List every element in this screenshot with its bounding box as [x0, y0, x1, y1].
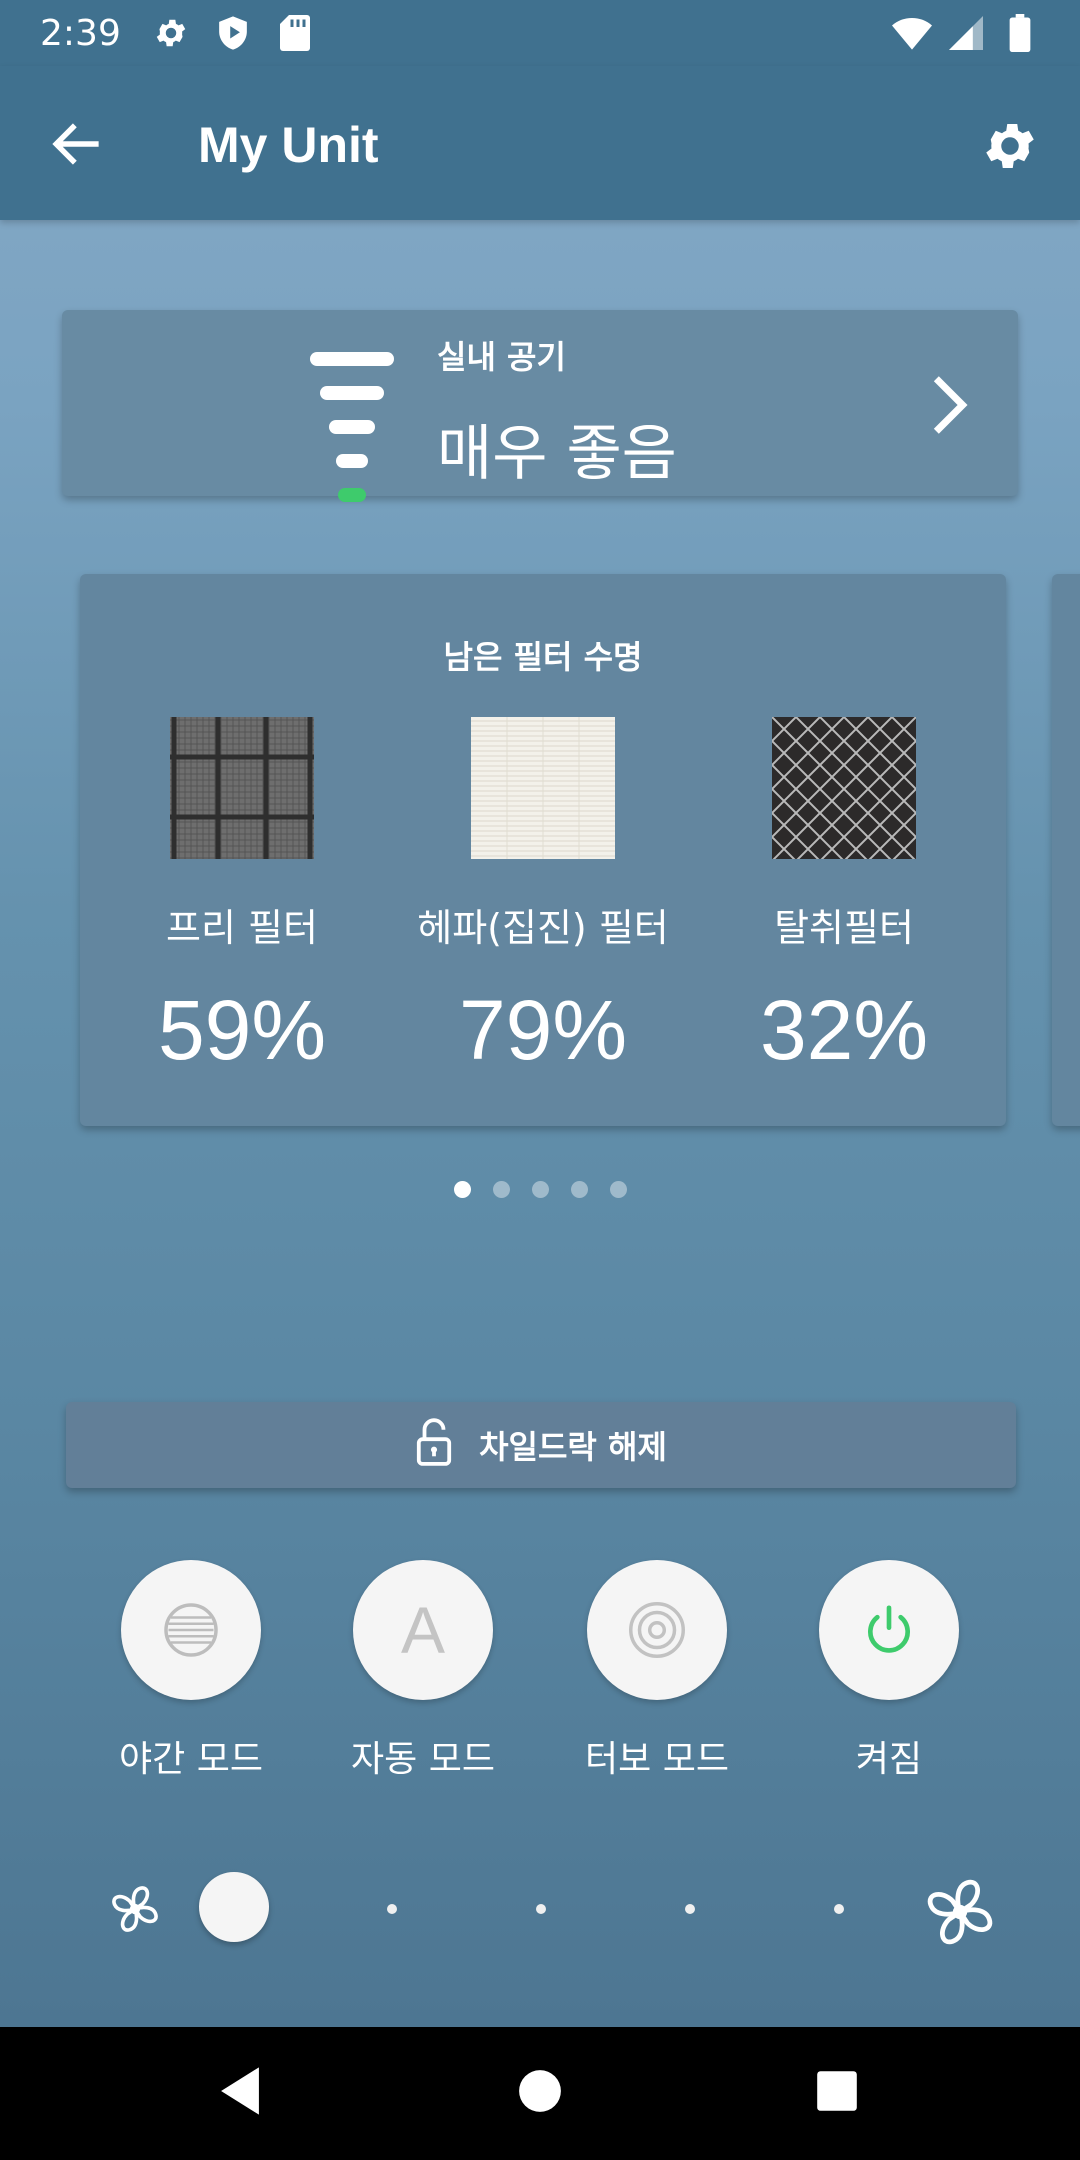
slider-step[interactable] — [536, 1904, 546, 1914]
hepa-filter-image — [471, 717, 615, 859]
battery-icon — [1000, 13, 1040, 53]
page-dot[interactable] — [570, 1181, 588, 1198]
shield-play-icon — [213, 13, 253, 53]
air-quality-value: 매우 좋음 — [437, 419, 677, 489]
page-dot[interactable] — [609, 1181, 627, 1198]
gear-icon — [980, 116, 1040, 180]
mode-label: 터보 모드 — [585, 1739, 729, 1780]
mode-label: 야간 모드 — [119, 1739, 263, 1780]
next-card-peek[interactable] — [1052, 574, 1080, 1126]
mode-label: 켜짐 — [855, 1739, 923, 1780]
auto-mode-glyph: A — [400, 1593, 446, 1667]
unlock-icon — [415, 1418, 453, 1472]
gear-icon — [151, 13, 191, 53]
filter-item-hepa: 헤파(집진) 필터 79% — [393, 717, 693, 1079]
filter-percent: 79% — [458, 983, 628, 1077]
arrow-left-icon — [49, 121, 101, 171]
settings-button[interactable] — [970, 108, 1050, 188]
back-button[interactable] — [40, 111, 110, 181]
page-indicator — [0, 1181, 1080, 1198]
square-recents-icon — [815, 2069, 859, 2117]
air-quality-bars-icon — [307, 330, 397, 502]
nav-back-button[interactable] — [210, 2063, 270, 2123]
slider-step[interactable] — [387, 1904, 397, 1914]
night-mode-icon — [121, 1560, 261, 1700]
page-dot[interactable] — [492, 1181, 510, 1198]
sd-card-icon — [275, 13, 315, 53]
chevron-right-icon — [918, 370, 978, 440]
filter-name: 프리 필터 — [166, 906, 318, 950]
slider-thumb[interactable] — [199, 1872, 269, 1942]
page-dot[interactable] — [453, 1181, 471, 1198]
air-quality-card[interactable]: 실내 공기 매우 좋음 — [62, 310, 1018, 502]
wifi-icon — [892, 13, 932, 53]
child-lock-label: 차일드락 해제 — [479, 1428, 667, 1466]
filter-life-card[interactable]: 남은 필터 수명 프리 필터 59% 헤파(집진) 필터 79% 탈취필터 32… — [80, 574, 1006, 1126]
status-time: 2:39 — [40, 12, 121, 54]
power-button[interactable]: 켜짐 — [779, 1560, 999, 1782]
page-dot[interactable] — [531, 1181, 549, 1198]
page-title: My Unit — [198, 117, 379, 173]
filter-item-deodorizing: 탈취필터 32% — [694, 717, 994, 1079]
fan-low-icon — [104, 1878, 166, 1940]
fan-high-icon — [916, 1868, 1004, 1956]
filter-name: 헤파(집진) 필터 — [417, 906, 669, 950]
deodorizing-filter-image — [772, 717, 916, 859]
signal-icon — [946, 13, 986, 53]
navigation-bar — [0, 2027, 1080, 2160]
filter-life-title: 남은 필터 수명 — [443, 638, 643, 676]
triangle-back-icon — [216, 2065, 264, 2121]
slider-step[interactable] — [685, 1904, 695, 1914]
filter-name: 탈취필터 — [774, 906, 914, 950]
circle-home-icon — [518, 2069, 562, 2117]
turbo-mode-button[interactable]: 터보 모드 — [547, 1560, 767, 1782]
nav-recents-button[interactable] — [807, 2063, 867, 2123]
slider-step[interactable] — [834, 1904, 844, 1914]
turbo-mode-icon — [587, 1560, 727, 1700]
pre-filter-image — [170, 717, 314, 859]
filter-item-pre: 프리 필터 59% — [92, 717, 392, 1079]
fan-speed-slider[interactable] — [0, 1868, 1080, 1948]
app-bar: My Unit — [0, 66, 1080, 220]
child-lock-button[interactable]: 차일드락 해제 — [66, 1402, 1016, 1488]
filter-percent: 32% — [759, 983, 929, 1077]
auto-mode-button[interactable]: A 자동 모드 — [313, 1560, 533, 1782]
power-icon — [819, 1560, 959, 1700]
screen: 2:39 My Unit 실내 공기 매우 좋음 남은 필터 수명 프리 필터 … — [0, 0, 1080, 2027]
night-mode-button[interactable]: 야간 모드 — [81, 1560, 301, 1782]
filter-percent: 59% — [157, 983, 327, 1077]
nav-home-button[interactable] — [510, 2063, 570, 2123]
status-bar: 2:39 — [0, 0, 1080, 66]
mode-label: 자동 모드 — [351, 1739, 495, 1780]
auto-mode-icon: A — [353, 1560, 493, 1700]
air-quality-label: 실내 공기 — [437, 338, 566, 376]
